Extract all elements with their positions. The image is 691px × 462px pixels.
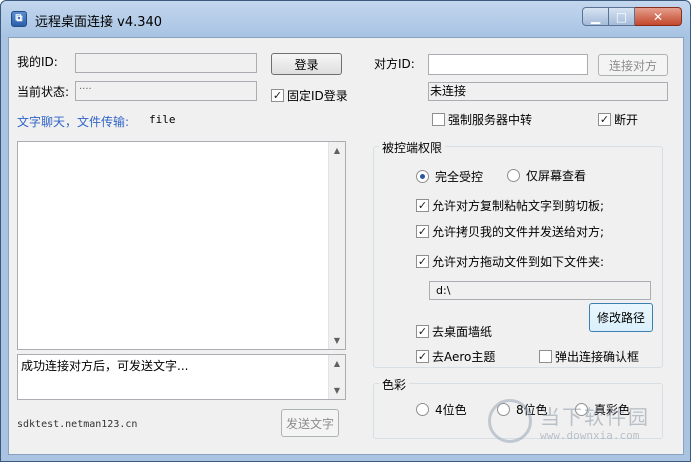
permissions-group-title: 被控端权限 <box>379 139 446 156</box>
message-input-scrollbar[interactable]: ▲ ▼ <box>328 355 345 399</box>
checkbox-checked-icon: ✓ <box>416 350 429 363</box>
chat-log[interactable]: ▲ ▼ <box>17 141 346 350</box>
checkbox-checked-icon: ✓ <box>416 255 429 268</box>
title-bar[interactable]: ⧉ 远程桌面连接 v4.340 ▁ □ ✕ <box>1 1 690 37</box>
view-only-radio[interactable]: 仅屏幕查看 <box>507 167 586 184</box>
file-label: file <box>149 113 176 126</box>
peer-id-input[interactable] <box>428 54 588 75</box>
login-button[interactable]: 登录 <box>271 53 342 75</box>
watermark-logo-icon <box>488 399 532 443</box>
minimize-icon: ▁ <box>590 9 601 24</box>
force-relay-checkbox[interactable]: 强制服务器中转 <box>432 111 532 128</box>
scroll-down-icon[interactable]: ▼ <box>329 332 345 349</box>
checkbox-checked-icon: ✓ <box>271 89 284 102</box>
scroll-up-icon[interactable]: ▲ <box>329 355 345 372</box>
view-only-label: 仅屏幕查看 <box>526 169 587 183</box>
fixed-id-login-checkbox[interactable]: ✓ 固定ID登录 <box>271 87 348 104</box>
connect-peer-button[interactable]: 连接对方 <box>598 54 668 76</box>
checkbox-checked-icon: ✓ <box>416 325 429 338</box>
remove-wallpaper-checkbox[interactable]: ✓ 去桌面墙纸 <box>416 323 492 340</box>
window-title: 远程桌面连接 v4.340 <box>35 15 163 30</box>
full-control-label: 完全受控 <box>435 170 484 184</box>
app-window: ⧉ 远程桌面连接 v4.340 ▁ □ ✕ 我的ID: 登录 当前状态: ···… <box>0 0 691 462</box>
minimize-button[interactable]: ▁ <box>582 7 609 26</box>
checkbox-checked-icon: ✓ <box>416 199 429 212</box>
status-label: 当前状态: <box>17 85 70 99</box>
chat-log-scrollbar[interactable]: ▲ ▼ <box>328 142 345 349</box>
popup-confirm-label: 弹出连接确认框 <box>555 350 640 364</box>
remove-aero-checkbox[interactable]: ✓ 去Aero主题 <box>416 348 495 365</box>
allow-drag-files-label: 允许对方拖动文件到如下文件夹: <box>432 255 605 269</box>
maximize-icon: □ <box>615 9 628 24</box>
color-group-title: 色彩 <box>379 376 410 393</box>
client-area: 我的ID: 登录 当前状态: ···· ✓ 固定ID登录 文字聊天，文件传输: … <box>8 37 684 455</box>
message-input-text: 成功连接对方后，可发送文字... <box>21 359 189 373</box>
peer-id-label: 对方ID: <box>374 57 415 71</box>
scroll-down-icon[interactable]: ▼ <box>329 382 345 399</box>
maximize-button[interactable]: □ <box>609 7 635 26</box>
allow-copy-files-checkbox[interactable]: ✓ 允许拷贝我的文件并发送给对方; <box>416 223 604 240</box>
checkbox-unchecked-icon <box>432 113 445 126</box>
allow-clipboard-checkbox[interactable]: ✓ 允许对方复制粘帖文字到剪切板; <box>416 197 604 214</box>
my-id-label: 我的ID: <box>17 55 58 69</box>
my-id-field[interactable] <box>75 53 257 73</box>
remove-aero-label: 去Aero主题 <box>432 350 496 364</box>
radio-unselected-icon <box>416 403 429 416</box>
close-button[interactable]: ✕ <box>635 7 682 26</box>
close-icon: ✕ <box>652 9 664 24</box>
caption-buttons: ▁ □ ✕ <box>582 7 682 27</box>
color-4bit-radio[interactable]: 4位色 <box>416 401 467 418</box>
chat-label: 文字聊天，文件传输: <box>17 115 130 129</box>
scroll-up-icon[interactable]: ▲ <box>329 142 345 159</box>
checkbox-checked-icon: ✓ <box>416 225 429 238</box>
allow-drag-files-checkbox[interactable]: ✓ 允许对方拖动文件到如下文件夹: <box>416 253 604 270</box>
checkbox-unchecked-icon <box>539 350 552 363</box>
disconnect-checkbox[interactable]: ✓ 断开 <box>598 111 638 128</box>
allow-copy-files-label: 允许拷贝我的文件并发送给对方; <box>432 225 605 239</box>
disconnect-label: 断开 <box>614 113 639 127</box>
watermark-text: 当下软件园 <box>540 405 650 429</box>
fixed-id-login-label: 固定ID登录 <box>287 89 348 103</box>
folder-path-field[interactable]: d:\ <box>429 281 651 300</box>
footer-text: sdktest.netman123.cn <box>17 419 138 430</box>
send-text-button[interactable]: 发送文字 <box>281 409 339 437</box>
radio-selected-icon <box>416 170 429 183</box>
watermark-url: www.downxia.com <box>540 429 640 442</box>
checkbox-checked-icon: ✓ <box>598 113 611 126</box>
status-field: ···· <box>75 81 257 101</box>
radio-unselected-icon <box>507 169 520 182</box>
popup-confirm-checkbox[interactable]: 弹出连接确认框 <box>539 348 639 365</box>
remove-wallpaper-label: 去桌面墙纸 <box>432 325 493 339</box>
watermark: 当下软件园 www.downxia.com <box>488 397 678 453</box>
change-path-button[interactable]: 修改路径 <box>589 303 653 332</box>
remote-desktop-icon: ⧉ <box>11 11 27 27</box>
connection-status: 未连接 <box>428 82 668 101</box>
full-control-radio[interactable]: 完全受控 <box>416 168 483 185</box>
color-option-label: 4位色 <box>435 403 467 417</box>
allow-clipboard-label: 允许对方复制粘帖文字到剪切板; <box>432 199 605 213</box>
message-input[interactable]: 成功连接对方后，可发送文字... ▲ ▼ <box>17 354 346 400</box>
force-relay-label: 强制服务器中转 <box>448 113 533 127</box>
